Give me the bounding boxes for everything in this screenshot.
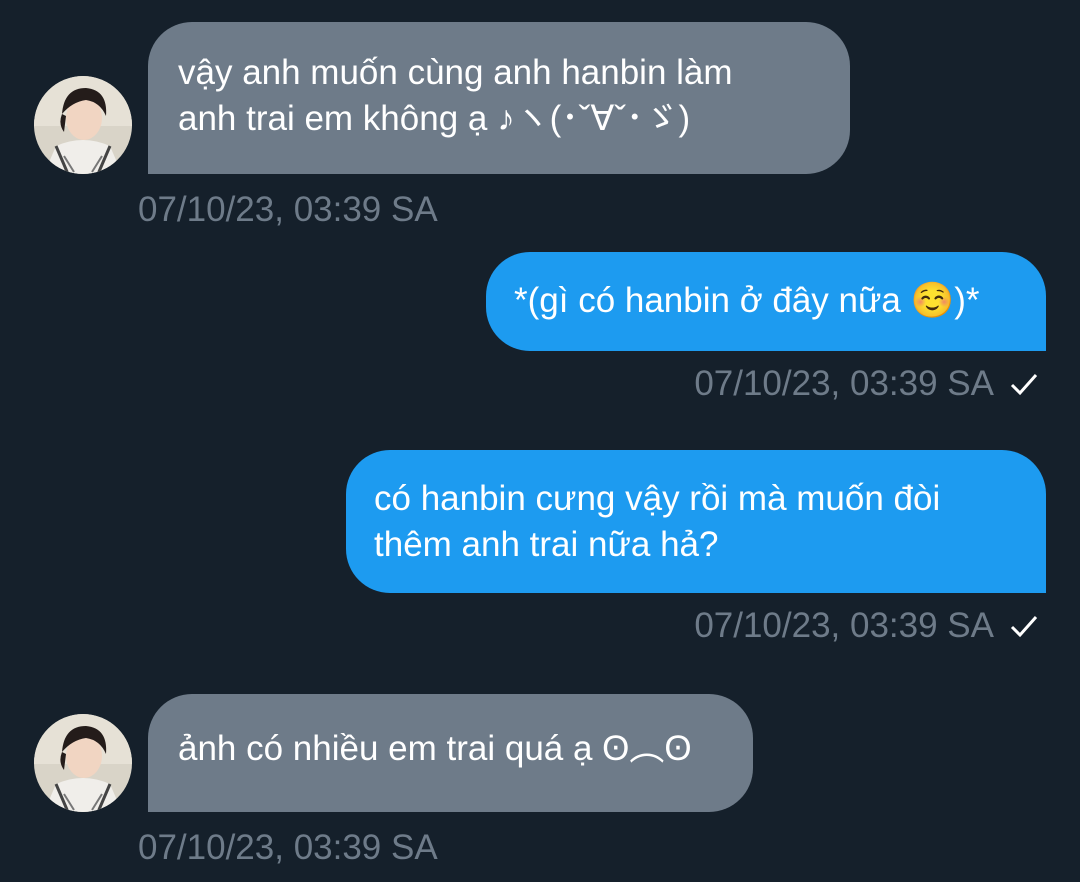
- message-timestamp: 07/10/23, 03:39 SA: [138, 828, 438, 867]
- message-timestamp-row: 07/10/23, 03:39 SA: [694, 364, 1040, 404]
- message-text-line: có hanbin cưng vậy rồi mà muốn đòi: [374, 479, 941, 518]
- message-bubble-outgoing[interactable]: có hanbin cưng vậy rồi mà muốn đòi thêm …: [346, 450, 1046, 593]
- message-timestamp: 07/10/23, 03:39 SA: [138, 190, 438, 229]
- checkmark-icon: [1008, 368, 1040, 400]
- message-bubble-outgoing[interactable]: *(gì có hanbin ở đây nữa ☺️)*: [486, 252, 1046, 351]
- message-text-line: ảnh có nhiều em trai quá ạ ʘ︵ʘ: [178, 729, 692, 768]
- message-bubble-incoming[interactable]: vậy anh muốn cùng anh hanbin làm anh tra…: [148, 22, 850, 174]
- message-timestamp: 07/10/23, 03:39 SA: [694, 364, 994, 403]
- message-text-line: vậy anh muốn cùng anh hanbin làm: [178, 53, 733, 92]
- message-timestamp-row: 07/10/23, 03:39 SA: [694, 606, 1040, 646]
- message-timestamp: 07/10/23, 03:39 SA: [694, 606, 994, 645]
- message-bubble-incoming[interactable]: ảnh có nhiều em trai quá ạ ʘ︵ʘ: [148, 694, 753, 812]
- message-text-line: anh trai em không ạ ♪ヽ(･ˇ∀ˇ･ゞ): [178, 99, 691, 138]
- checkmark-icon: [1008, 610, 1040, 642]
- message-text-line: thêm anh trai nữa hả?: [374, 525, 719, 564]
- message-text-line: *(gì có hanbin ở đây nữa ☺️)*: [514, 281, 980, 320]
- user-avatar-icon[interactable]: [34, 76, 132, 174]
- user-avatar-icon[interactable]: [34, 714, 132, 812]
